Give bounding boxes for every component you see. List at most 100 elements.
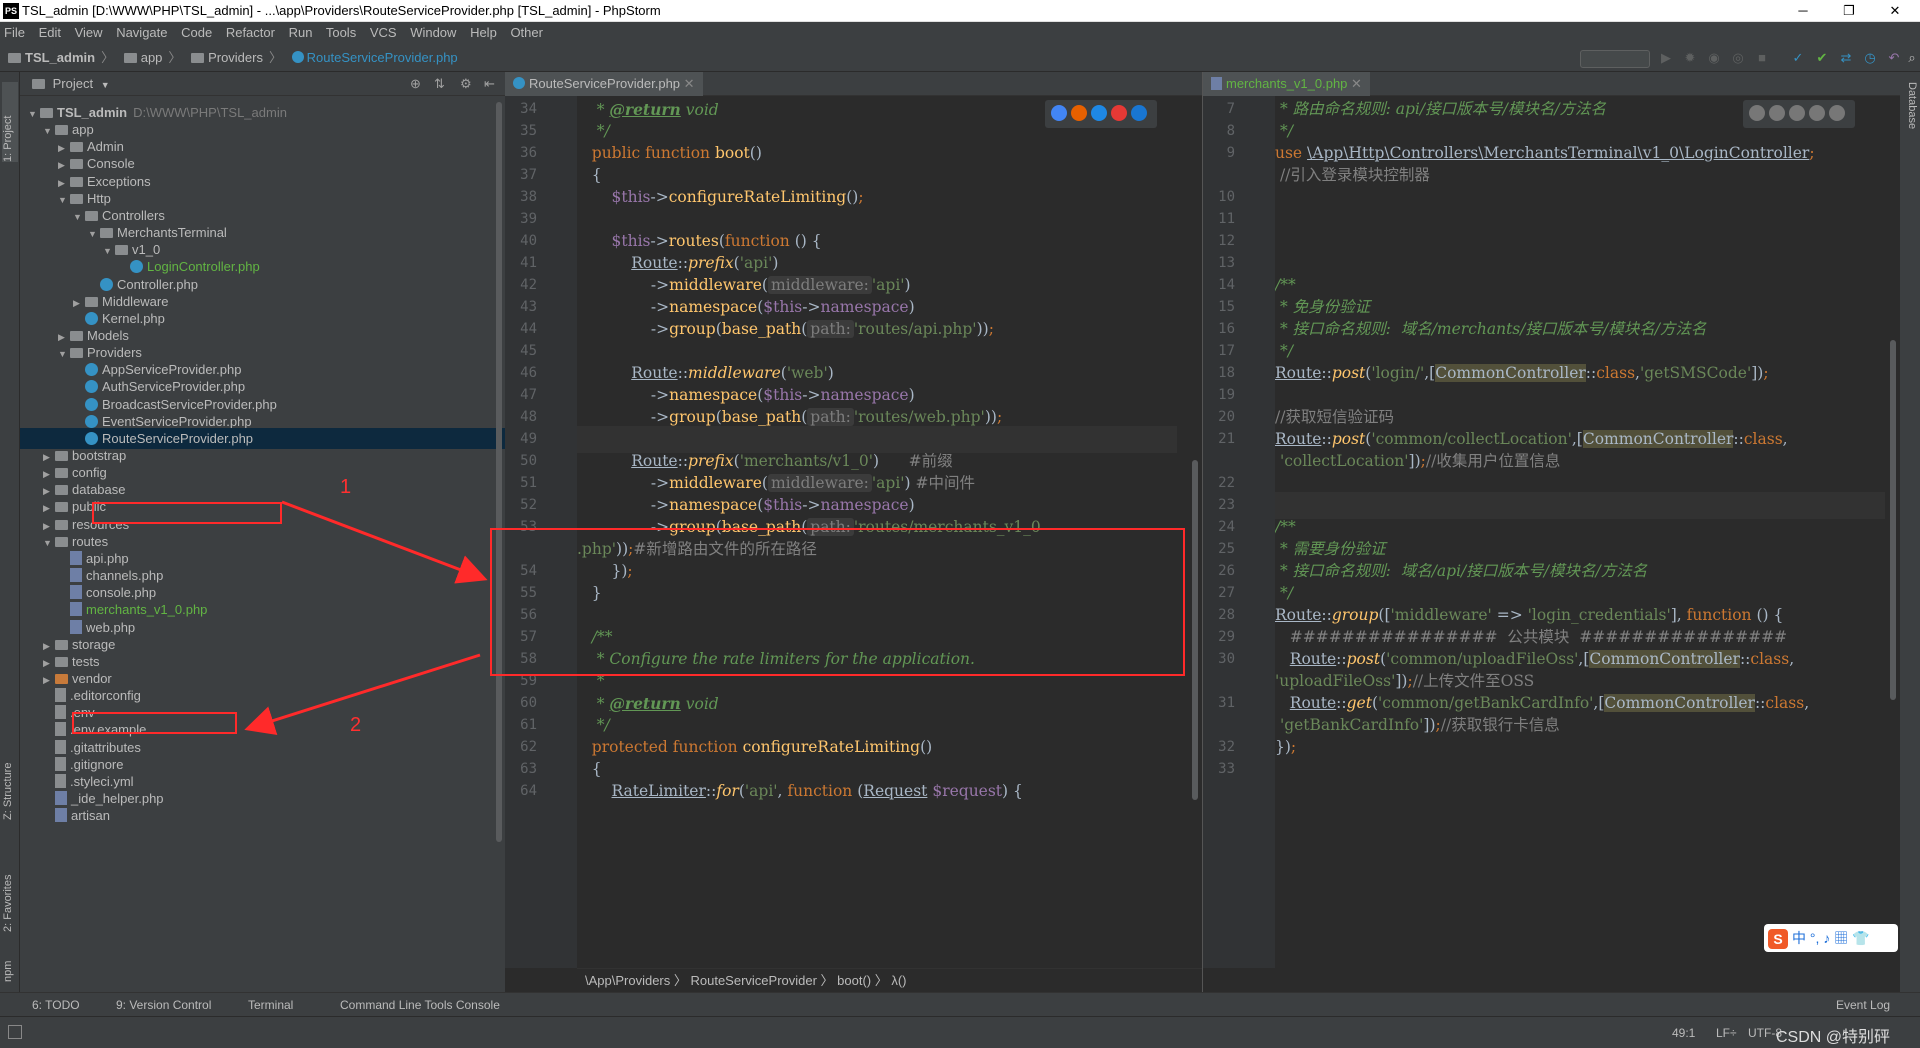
- line-number: 30: [1218, 651, 1235, 667]
- tool-windows-toggle-icon[interactable]: [8, 1025, 22, 1039]
- project-panel: Project ▼ ⊕ ⇅ ⚙ ⇤ ▼ TSL_admin D:\WWW\PHP\T…: [20, 72, 505, 992]
- menu-file[interactable]: File: [4, 25, 25, 40]
- editor-left-scrollbar[interactable]: [1191, 100, 1199, 960]
- opera-icon[interactable]: [1111, 105, 1127, 121]
- project-panel-title[interactable]: Project: [53, 76, 93, 91]
- code-line: RateLimiter::for('api', function (Reques…: [611, 782, 1023, 800]
- code-line: $this->configureRateLimiting();: [611, 188, 864, 206]
- locate-file-icon[interactable]: ⊕: [410, 72, 421, 96]
- stop-icon[interactable]: ■: [1754, 50, 1770, 66]
- revert-icon[interactable]: ↶: [1886, 50, 1902, 66]
- vcs-compare-icon[interactable]: ⇄: [1838, 50, 1854, 66]
- opera-icon[interactable]: [1809, 105, 1825, 121]
- tool-tab-project[interactable]: 1: Project: [2, 82, 18, 162]
- annotation-label-2: 2: [350, 714, 362, 736]
- code-line: ->group(base_path(path:'routes/api.php')…: [577, 320, 994, 338]
- editor-left-breadcrumb[interactable]: \App\Providers 〉 RouteServiceProvider 〉 …: [577, 968, 1202, 992]
- nav-crumb-app[interactable]: app: [141, 44, 163, 72]
- tree-file[interactable]: artisan: [20, 805, 505, 826]
- folder-icon: [70, 330, 83, 341]
- dropdown-arrow-icon[interactable]: ▼: [101, 80, 110, 90]
- menu-window[interactable]: Window: [410, 25, 456, 40]
- chrome-icon[interactable]: [1749, 105, 1765, 121]
- line-number: 33: [1218, 761, 1235, 777]
- run-config-dropdown[interactable]: [1580, 50, 1650, 68]
- menu-help[interactable]: Help: [470, 25, 497, 40]
- event-log-tab[interactable]: Event Log: [1836, 993, 1890, 1017]
- project-view-icon: [32, 79, 45, 89]
- php-class-icon: [291, 51, 304, 63]
- cli-console-tab[interactable]: Command Line Tools Console: [340, 993, 500, 1017]
- menu-navigate[interactable]: Navigate: [116, 25, 167, 40]
- tool-tab-favorites[interactable]: 2: Favorites: [2, 842, 18, 932]
- editor-right-scrollbar[interactable]: [1889, 100, 1897, 960]
- tool-tab-structure[interactable]: Z: Structure: [2, 740, 18, 820]
- folder-icon: [55, 656, 68, 667]
- tree-item-label: Controller.php: [117, 276, 198, 292]
- run-icon[interactable]: ▶: [1658, 50, 1674, 66]
- project-scrollbar[interactable]: [496, 102, 502, 842]
- editor-right-code[interactable]: * 路由命名规则: api/接口版本号/模块名/方法名 */ use \App\…: [1275, 96, 1885, 968]
- php-file-icon: [70, 602, 82, 617]
- vcs-update-icon[interactable]: ✓: [1790, 50, 1806, 66]
- close-tab-icon[interactable]: ✕: [684, 76, 695, 91]
- search-everywhere-icon[interactable]: ⌕: [1904, 50, 1920, 66]
- menu-vcs[interactable]: VCS: [370, 25, 397, 40]
- minimize-button[interactable]: ─: [1780, 0, 1826, 22]
- vcs-history-icon[interactable]: ◷: [1862, 50, 1878, 66]
- tree-item-label: .editorconfig: [70, 688, 141, 704]
- nav-crumb-providers[interactable]: Providers: [208, 44, 263, 72]
- debug-icon[interactable]: ✹: [1682, 50, 1698, 66]
- text-file-icon: [55, 705, 66, 720]
- annotation-label-1: 1: [340, 476, 352, 498]
- safari-icon[interactable]: [1091, 105, 1107, 121]
- vcs-commit-icon[interactable]: ✔: [1814, 50, 1830, 66]
- tool-tab-npm[interactable]: npm: [2, 942, 18, 982]
- coverage-icon[interactable]: ◉: [1706, 50, 1722, 66]
- hide-panel-icon[interactable]: ⇤: [484, 72, 495, 96]
- php-class-icon: [85, 397, 98, 411]
- menu-tools[interactable]: Tools: [326, 25, 356, 40]
- menu-edit[interactable]: Edit: [39, 25, 61, 40]
- php-class-icon: [513, 77, 525, 89]
- line-separator[interactable]: LF÷: [1716, 1026, 1737, 1040]
- editor-tab-routeserviceprovider[interactable]: RouteServiceProvider.php ✕: [505, 72, 703, 96]
- nav-crumb-file[interactable]: RouteServiceProvider.php: [307, 44, 458, 72]
- version-control-tab[interactable]: 9: Version Control: [116, 993, 211, 1017]
- menu-code[interactable]: Code: [181, 25, 212, 40]
- project-folder-icon: [8, 53, 21, 63]
- tree-item-label: Models: [87, 327, 129, 343]
- menu-other[interactable]: Other: [510, 25, 543, 40]
- chrome-icon[interactable]: [1051, 105, 1067, 121]
- ime-toolbar[interactable]: S中 °, ♪ ▦ 👕: [1764, 924, 1898, 952]
- nav-crumb-project[interactable]: TSL_admin: [25, 44, 95, 72]
- ie-icon[interactable]: [1829, 105, 1845, 121]
- editor-tab-merchants[interactable]: merchants_v1_0.php ✕: [1203, 72, 1370, 96]
- code-line: 'getBankCardInfo']);//获取银行卡信息: [1279, 716, 1560, 734]
- terminal-tab[interactable]: Terminal: [248, 993, 293, 1017]
- firefox-icon[interactable]: [1071, 105, 1087, 121]
- todo-tab[interactable]: 6: TODO: [32, 993, 80, 1017]
- collapse-all-icon[interactable]: ⇅: [434, 72, 445, 96]
- close-tab-icon[interactable]: ✕: [1351, 76, 1362, 91]
- tree-item-label: LoginController.php: [147, 259, 260, 275]
- menu-refactor[interactable]: Refactor: [226, 25, 275, 40]
- firefox-icon[interactable]: [1769, 105, 1785, 121]
- menu-view[interactable]: View: [75, 25, 103, 40]
- safari-icon[interactable]: [1789, 105, 1805, 121]
- tree-item-label: .gitattributes: [70, 739, 141, 755]
- menu-run[interactable]: Run: [289, 25, 313, 40]
- tree-item-label: web.php: [86, 619, 136, 635]
- code-line: * 接口命名规则: 域名/api/接口版本号/模块名/方法名: [1279, 562, 1648, 580]
- tree-item-label: bootstrap: [72, 448, 127, 463]
- settings-gear-icon[interactable]: ⚙: [460, 72, 472, 96]
- ie-icon[interactable]: [1131, 105, 1147, 121]
- php-file-icon: [1211, 77, 1222, 90]
- maximize-button[interactable]: ❐: [1826, 0, 1872, 22]
- csdn-watermark: CSDN @特别砰: [1776, 1029, 1891, 1046]
- close-button[interactable]: ✕: [1872, 0, 1918, 22]
- tool-tab-database[interactable]: Database: [1902, 82, 1918, 152]
- text-file-icon: [55, 773, 66, 788]
- caret-position[interactable]: 49:1: [1672, 1026, 1695, 1040]
- profile-icon[interactable]: ◎: [1730, 50, 1746, 66]
